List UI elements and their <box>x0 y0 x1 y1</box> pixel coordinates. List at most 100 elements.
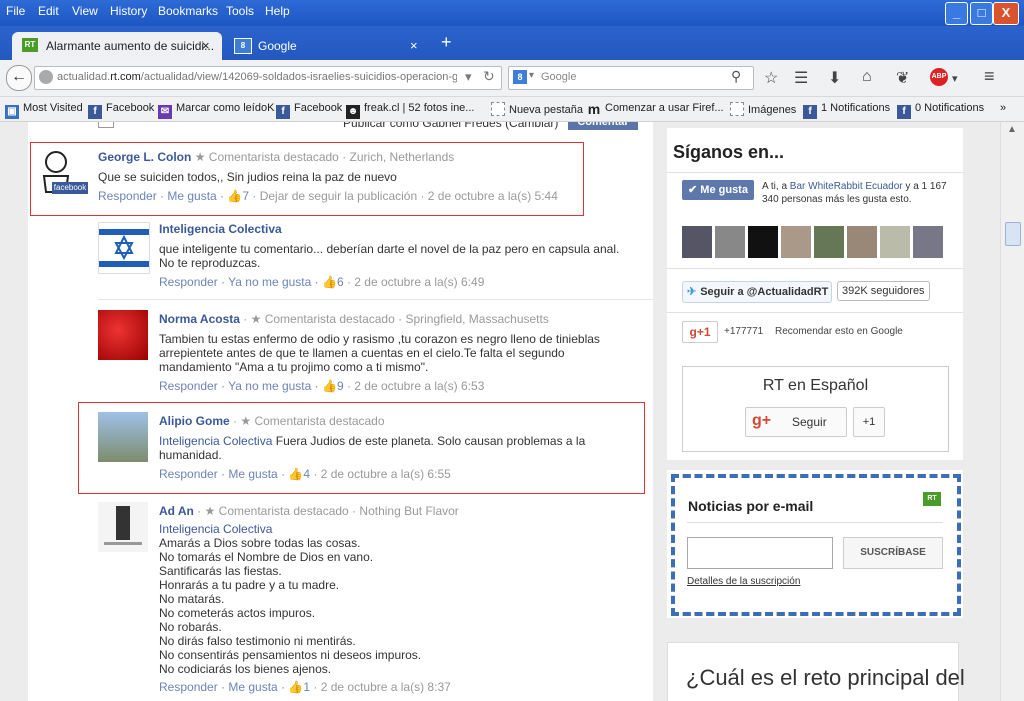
twitter-follow-button[interactable]: ✈ Seguir a @ActualidadRT <box>682 281 832 303</box>
commenter-name[interactable]: Ad An <box>159 504 194 518</box>
download-icon[interactable]: ⬇ <box>828 68 841 88</box>
gplus-button[interactable]: g+1 <box>682 321 718 343</box>
newsletter-panel: Noticias por e-mail RT SUSCRÍBASE Detall… <box>667 470 963 618</box>
subscription-details-link[interactable]: Detalles de la suscripción <box>687 576 800 587</box>
bookmarks-bar: ▣ Most Visited f Facebook ✉ Marcar como leí… <box>0 97 1024 122</box>
search-input[interactable]: Google <box>541 71 576 83</box>
friend-photo[interactable] <box>715 226 745 258</box>
reload-icon[interactable]: ↻ <box>483 68 495 85</box>
search-bar[interactable]: 8 ▾ Google ⚲ <box>508 66 754 90</box>
facebook-icon: f <box>88 105 102 119</box>
bookmark-firefox[interactable]: m Comenzar a usar Firef... <box>587 102 724 116</box>
comment-header: Ad An · ★ Comentarista destacado · Nothi… <box>159 504 459 518</box>
highlight-box <box>30 142 584 216</box>
commenter-name[interactable]: Inteligencia Colectiva <box>159 222 282 236</box>
like-text: A ti, a Bar WhiteRabbit Ecuador y a 1 16… <box>762 181 947 205</box>
minimize-button[interactable]: _ <box>945 2 968 25</box>
bookmark-notifications-0[interactable]: f0 Notifications <box>897 102 984 119</box>
bookmark-freak[interactable]: ☻ freak.cl | 52 fotos ine... <box>346 102 474 119</box>
home-icon[interactable]: ⌂ <box>862 68 872 86</box>
tab-rt-article[interactable]: RT Alarmante aumento de suicidi... × <box>12 32 222 60</box>
friend-photo[interactable] <box>682 226 712 258</box>
subscribe-button[interactable]: SUSCRÍBASE <box>843 537 943 569</box>
bookmark-images[interactable]: Imágenes <box>730 102 796 116</box>
dropdown-icon[interactable]: ▾ <box>465 69 472 85</box>
reply-to-link[interactable]: Inteligencia Colectiva <box>159 522 629 536</box>
friend-photo[interactable] <box>847 226 877 258</box>
rt-title: RT en Español <box>762 377 869 394</box>
avatar[interactable] <box>98 502 148 552</box>
bookmark-new-tab[interactable]: Nueva pestaña <box>491 102 583 116</box>
close-window-button[interactable]: X <box>993 2 1019 25</box>
dropdown-icon[interactable]: ▾ <box>952 72 958 85</box>
scroll-up-icon[interactable]: ▲ <box>1007 124 1017 135</box>
google-favicon-icon: 8 <box>234 38 252 54</box>
avatar[interactable] <box>98 310 148 360</box>
menu-bookmarks[interactable]: Bookmarks <box>158 4 218 18</box>
gplus-icon: g+ <box>752 412 772 429</box>
checkbox-icon[interactable] <box>98 122 114 128</box>
comment-action-links[interactable]: Responder · Me gusta · <box>159 680 288 694</box>
newsletter-title: Noticias por e-mail <box>688 498 814 514</box>
friend-link[interactable]: Bar WhiteRabbit Ecuador <box>790 181 903 192</box>
bookmark-notifications-1[interactable]: f1 Notifications <box>803 102 890 119</box>
new-tab-button[interactable]: + <box>441 32 452 53</box>
sidebar: Síganos en... ✔ Me gusta A ti, a Bar Whi… <box>661 122 969 701</box>
menu-view[interactable]: View <box>72 4 98 18</box>
hamburger-menu-icon[interactable]: ≡ <box>984 66 995 87</box>
bookmark-mail[interactable]: ✉ Marcar como leídoK <box>158 102 274 119</box>
maximize-button[interactable]: □ <box>970 2 993 25</box>
bookmark-facebook-2[interactable]: f Facebook <box>276 102 342 119</box>
friend-photo[interactable] <box>913 226 943 258</box>
rt-card: RT en Español g+ Seguir +1 <box>682 366 949 452</box>
page-scrollbar[interactable]: ▲ <box>1000 122 1024 701</box>
bookmarks-overflow-button[interactable]: » <box>1000 102 1006 114</box>
scrollbar-thumb[interactable] <box>1005 222 1021 246</box>
gplus-follow-button[interactable]: g+ Seguir <box>745 407 847 437</box>
magnifier-icon[interactable]: ⚲ <box>731 68 741 85</box>
email-input[interactable] <box>687 537 833 569</box>
commenter-name[interactable]: Norma Acosta <box>159 312 240 326</box>
plus-one-button[interactable]: +1 <box>853 407 885 437</box>
commenter-location: · Springfield, Massachusetts <box>398 312 549 326</box>
friend-photo[interactable] <box>781 226 811 258</box>
comment-button[interactable]: Comentar <box>568 122 638 130</box>
facebook-like-button[interactable]: ✔ Me gusta <box>682 180 754 200</box>
bookmark-most-visited[interactable]: ▣ Most Visited <box>5 102 83 119</box>
thumbs-up-icon: 👍 <box>321 379 337 393</box>
friend-photo[interactable] <box>814 226 844 258</box>
divider <box>667 172 963 173</box>
comment-action-links[interactable]: Responder · Ya no me gusta · <box>159 275 322 289</box>
highlight-box <box>78 402 645 494</box>
menu-history[interactable]: History <box>110 4 147 18</box>
poll-panel: ¿Cuál es el reto principal del <box>667 642 965 701</box>
close-tab-icon[interactable]: × <box>410 33 418 59</box>
back-arrow-icon[interactable]: ← <box>6 65 32 91</box>
follow-title: Síganos en... <box>673 142 785 162</box>
menu-help[interactable]: Help <box>265 4 290 18</box>
avatar[interactable] <box>98 222 150 274</box>
friend-photo[interactable] <box>748 226 778 258</box>
url-text: actualidad.rt.com/actualidad/view/142069… <box>57 71 457 83</box>
comment-action-links[interactable]: Responder · Ya no me gusta · <box>159 379 322 393</box>
reading-list-icon[interactable]: ☰ <box>794 68 808 88</box>
tab-google[interactable]: 8 Google × <box>224 32 434 60</box>
google-search-icon[interactable]: 8 <box>513 70 527 84</box>
divider <box>98 299 653 300</box>
menu-file[interactable]: File <box>6 4 25 18</box>
star-icon[interactable]: ☆ <box>764 68 778 88</box>
commenter-badge: · ★ Comentarista destacado <box>197 504 349 518</box>
israel-flag-icon <box>99 229 149 267</box>
url-bar[interactable]: actualidad.rt.com/actualidad/view/142069… <box>34 66 502 90</box>
twitter-panel: ✈ Seguir a @ActualidadRT 392K seguidores <box>667 268 963 313</box>
friend-photo[interactable] <box>880 226 910 258</box>
bookmark-facebook[interactable]: f Facebook <box>88 102 154 119</box>
menu-tools[interactable]: Tools <box>226 4 254 18</box>
extension-icon[interactable]: ❦ <box>896 68 909 88</box>
menu-edit[interactable]: Edit <box>38 4 59 18</box>
adblock-icon[interactable]: ABP <box>930 68 948 86</box>
close-tab-icon[interactable]: × <box>202 33 210 59</box>
divider <box>687 522 943 523</box>
dropdown-icon[interactable]: ▾ <box>529 70 534 81</box>
comment-item: Ad An · ★ Comentarista destacado · Nothi… <box>28 502 653 701</box>
